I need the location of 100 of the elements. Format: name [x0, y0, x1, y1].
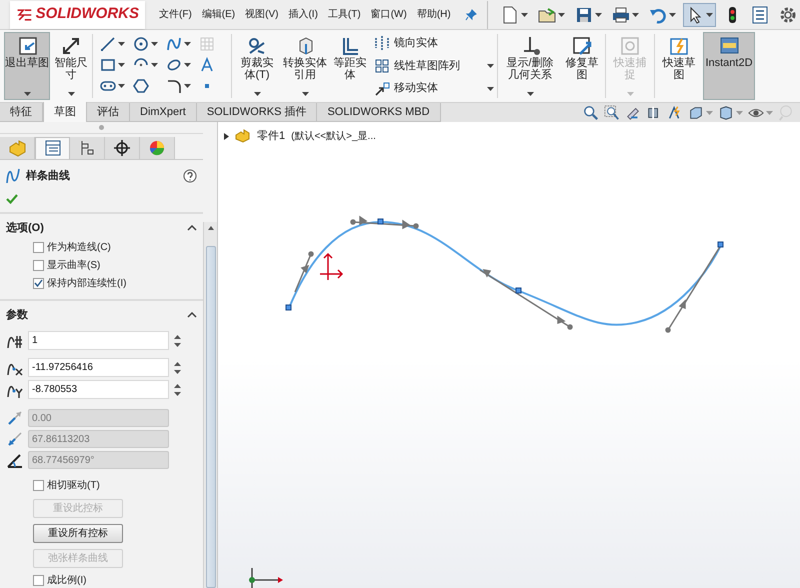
checkbox-label: 相切驱动(T) — [47, 478, 100, 493]
ribbon-item[interactable]: 镜向实体 — [374, 35, 494, 52]
part-icon — [8, 138, 26, 157]
ribbon-button[interactable]: 退出草图 — [4, 32, 50, 100]
input-field[interactable]: -11.97256416 — [28, 358, 169, 377]
fillet-tool-icon[interactable] — [166, 78, 182, 94]
caret-icon[interactable] — [151, 63, 158, 67]
checkbox[interactable] — [33, 480, 44, 491]
slot-tool-icon[interactable] — [100, 78, 116, 94]
ribbon-button[interactable]: 修复草图 — [562, 32, 602, 100]
caret-icon[interactable] — [706, 12, 713, 16]
section-header[interactable]: 参数 — [6, 306, 28, 323]
caret-icon[interactable] — [184, 84, 191, 88]
tangent-arrow-icon — [6, 409, 24, 427]
menu-item[interactable]: 文件(F) — [159, 7, 192, 22]
menu-item[interactable]: 工具(T) — [328, 7, 361, 22]
snap-icon — [619, 35, 641, 57]
tree-item[interactable]: 零件1 — [257, 128, 286, 144]
caret-icon[interactable] — [118, 42, 125, 46]
tab[interactable]: 评估 — [87, 103, 130, 122]
ribbon-button[interactable]: 等距实体 — [331, 32, 369, 100]
zoom-area-icon[interactable] — [604, 104, 620, 120]
ribbon-button[interactable]: 转换实体引用 — [282, 32, 328, 100]
caret-icon[interactable] — [487, 64, 494, 68]
pattern-icon — [374, 58, 390, 74]
reset-button[interactable]: 重设所有控标 — [33, 524, 123, 543]
rectangle-tool-icon[interactable] — [100, 57, 116, 73]
polygon-tool-icon[interactable] — [133, 78, 149, 94]
panel-tab[interactable] — [105, 137, 140, 158]
panel-title: 样条曲线 — [26, 168, 70, 184]
spline-tool-icon[interactable] — [166, 36, 182, 52]
caret-icon[interactable] — [558, 12, 565, 16]
ribbon-item[interactable]: 移动实体 — [374, 80, 494, 97]
ok-check-icon[interactable] — [6, 194, 18, 204]
caret-icon[interactable] — [520, 12, 528, 16]
checkbox[interactable] — [33, 242, 44, 252]
spin-arrows[interactable] — [173, 332, 182, 348]
circle-tool-icon[interactable] — [133, 36, 149, 52]
help-icon[interactable] — [183, 168, 197, 183]
document-icon[interactable] — [500, 6, 519, 24]
caret-icon[interactable] — [24, 92, 30, 96]
checkbox[interactable] — [33, 260, 44, 270]
tab[interactable]: SOLIDWORKS 插件 — [196, 103, 318, 122]
caret-icon[interactable] — [487, 86, 494, 91]
menu-item[interactable]: 窗口(W) — [370, 7, 407, 22]
ribbon-button[interactable]: 显示/删除几何关系 — [501, 32, 559, 100]
expand-arrow-icon[interactable] — [224, 132, 229, 140]
caret-icon[interactable] — [184, 42, 191, 46]
tab[interactable]: DimXpert — [130, 103, 197, 122]
caret-icon[interactable] — [526, 92, 534, 96]
checkbox[interactable] — [33, 575, 44, 586]
caret-icon[interactable] — [668, 12, 676, 16]
ribbon-item[interactable]: 线性草图阵列 — [374, 58, 494, 74]
tangent-arrow-icon — [6, 430, 24, 448]
section-header[interactable]: 选项(O) — [6, 220, 44, 236]
settings-icon[interactable] — [778, 6, 797, 24]
line-tool-icon[interactable] — [100, 36, 116, 52]
text-tool-icon[interactable] — [199, 57, 215, 73]
list-icon[interactable] — [750, 6, 769, 24]
tab[interactable]: 特征 — [0, 103, 43, 122]
menu-item[interactable]: 帮助(H) — [416, 7, 451, 22]
grip-icon[interactable] — [99, 125, 104, 130]
caret-icon[interactable] — [151, 42, 158, 46]
pin-icon[interactable] — [464, 8, 477, 20]
origin-icon — [318, 252, 344, 282]
collapse-icon[interactable] — [187, 312, 197, 318]
tab[interactable]: SOLIDWORKS MBD — [317, 103, 441, 122]
caret-icon[interactable] — [632, 12, 639, 16]
panel-tab[interactable] — [35, 137, 70, 158]
checkbox-label: 显示曲率(S) — [47, 258, 100, 272]
caret-icon[interactable] — [184, 63, 191, 67]
ribbon-button[interactable]: 智能尺寸 — [53, 32, 89, 100]
ribbon-button[interactable]: 剪裁实体(T) — [235, 32, 279, 100]
tree-item-detail: (默认<<默认>_显... — [291, 130, 376, 144]
caret-icon[interactable] — [594, 12, 602, 16]
caret-icon[interactable] — [118, 63, 125, 67]
checkbox-label: 成比例(I) — [47, 574, 86, 588]
collapse-icon[interactable] — [187, 225, 197, 232]
menu-item[interactable]: 插入(I) — [288, 7, 318, 22]
caret-icon[interactable] — [118, 84, 125, 88]
caret-icon[interactable] — [68, 92, 74, 96]
tab[interactable]: 草图 — [43, 102, 87, 122]
menu-item[interactable]: 视图(V) — [245, 7, 278, 22]
checkmark-icon — [34, 279, 43, 287]
spin-arrows[interactable] — [173, 360, 182, 376]
ribbon-button[interactable]: 快速草图 — [658, 32, 700, 100]
input-field[interactable]: 1 — [28, 331, 169, 350]
part-icon — [235, 129, 251, 144]
caret-icon[interactable] — [302, 92, 308, 96]
input-field[interactable]: -8.780553 — [28, 380, 169, 399]
checkbox[interactable] — [33, 278, 44, 288]
folder-icon[interactable] — [538, 6, 556, 24]
menu-item[interactable]: 编辑(E) — [202, 7, 236, 22]
caret-icon[interactable] — [254, 92, 260, 96]
printer-icon[interactable] — [612, 6, 630, 24]
spin-arrows[interactable] — [173, 382, 182, 398]
zoom-to-fit-icon[interactable] — [583, 104, 599, 120]
ribbon-button[interactable]: Instant2D — [703, 32, 755, 100]
panel-tab[interactable] — [70, 137, 105, 158]
ellipse-tool-icon[interactable] — [166, 57, 182, 73]
